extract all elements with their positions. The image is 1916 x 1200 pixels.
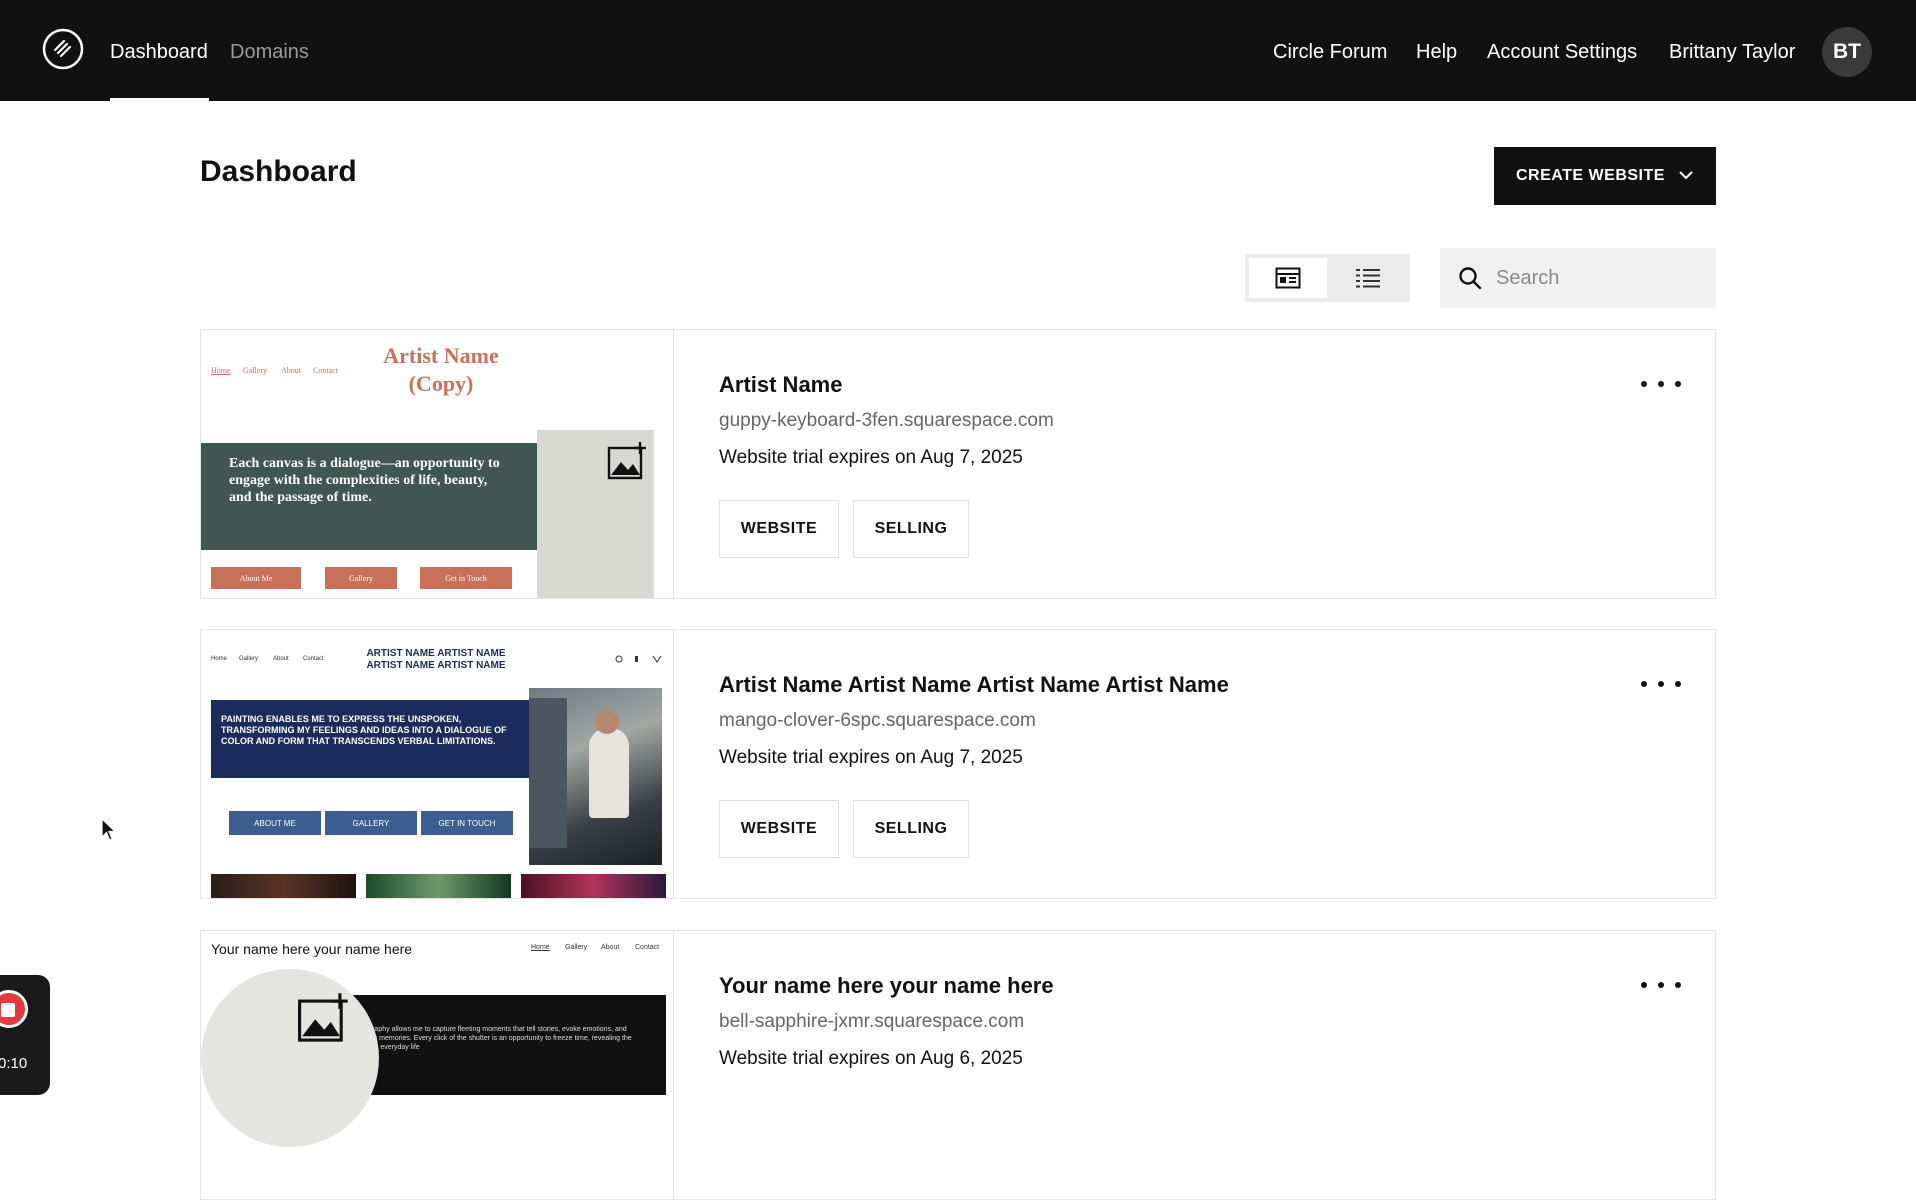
preview-text: Each canvas is a dialogue—an opportunity…: [229, 456, 500, 505]
preview-nav-item: Gallery: [239, 656, 259, 662]
view-toggle: [1245, 254, 1410, 302]
site-url: guppy-keyboard-3fen.squarespace.com: [719, 410, 1054, 431]
preview-nav-item: Home: [211, 656, 228, 662]
page-title: Dashboard: [200, 155, 357, 188]
preview-title: Artist Name (Copy): [383, 343, 499, 396]
nav-account-settings[interactable]: Account Settings: [1487, 40, 1637, 64]
selling-button[interactable]: SELLING: [853, 800, 969, 858]
site-preview-thumbnail[interactable]: Your name here your name here Home Galle…: [201, 931, 674, 1199]
grid-view-icon: [1275, 267, 1301, 289]
preview-text-band: Each canvas is a dialogue—an opportunity…: [201, 443, 537, 550]
nav-user-name[interactable]: Brittany Taylor: [1669, 40, 1795, 64]
preview-text-band: PAINTING ENABLES ME TO EXPRESS THE UNSPO…: [211, 700, 531, 778]
top-nav: Dashboard Domains Circle Forum Help Acco…: [0, 0, 1916, 101]
site-name[interactable]: Your name here your name here: [719, 973, 1054, 999]
site-card[interactable]: Your name here your name here Home Galle…: [200, 930, 1716, 1200]
preview-button: Gallery: [325, 567, 397, 589]
preview-button: GALLERY: [325, 811, 417, 835]
preview-button: Get in Touch: [420, 567, 512, 589]
site-card[interactable]: Home Gallery About Contact Artist Name (…: [200, 329, 1716, 599]
social-icons: [615, 655, 662, 663]
preview-image-placeholder: [537, 430, 654, 598]
site-trial-status: Website trial expires on Aug 7, 2025: [719, 447, 1023, 468]
site-trial-status: Website trial expires on Aug 7, 2025: [719, 747, 1023, 768]
more-options-icon[interactable]: [1641, 973, 1681, 997]
active-nav-underline: [110, 98, 209, 101]
selling-button[interactable]: SELLING: [853, 500, 969, 558]
preview-nav-item: Contact: [635, 944, 660, 951]
mouse-cursor-icon: [101, 818, 117, 841]
preview-nav-item: About: [281, 366, 301, 375]
chevron-down-icon: [1679, 171, 1693, 180]
add-image-icon: [298, 993, 348, 1042]
site-name[interactable]: Artist Name Artist Name Artist Name Arti…: [719, 672, 1229, 698]
website-button[interactable]: WEBSITE: [719, 800, 839, 858]
preview-nav-item: Gallery: [243, 366, 267, 375]
avatar-initials: BT: [1833, 40, 1861, 63]
nav-help[interactable]: Help: [1416, 40, 1457, 64]
preview-title: Your name here your name here: [211, 941, 413, 957]
site-url: mango-clover-6spc.squarespace.com: [719, 710, 1036, 731]
preview-gallery-image: [366, 874, 511, 898]
nav-dashboard[interactable]: Dashboard: [110, 40, 208, 64]
search-icon: [1459, 267, 1482, 290]
screen-recorder-widget[interactable]: 0:10: [0, 975, 50, 1095]
preview-nav-item: Home: [531, 944, 550, 951]
create-website-label: CREATE WEBSITE: [1516, 167, 1665, 184]
stop-recording-icon[interactable]: [0, 990, 28, 1028]
preview-text: Photography allows me to capture fleetin…: [350, 1026, 632, 1051]
preview-button: ABOUT ME: [229, 811, 321, 835]
preview-nav-item: Gallery: [565, 944, 588, 951]
search-input[interactable]: [1496, 262, 1696, 294]
add-image-icon: [607, 442, 646, 480]
site-name[interactable]: Artist Name: [719, 372, 842, 398]
list-view-button[interactable]: [1329, 258, 1407, 298]
preview-gallery-image: [521, 874, 666, 898]
preview-painter-photo: [529, 688, 662, 865]
avatar[interactable]: BT: [1822, 27, 1872, 77]
preview-nav-item: About: [601, 944, 620, 951]
create-website-button[interactable]: CREATE WEBSITE: [1494, 147, 1716, 205]
preview-title: ARTIST NAME ARTIST NAME ARTIST NAME ARTI…: [366, 648, 506, 671]
preview-nav-item: Contact: [303, 656, 324, 662]
site-url: bell-sapphire-jxmr.squarespace.com: [719, 1011, 1025, 1032]
website-button[interactable]: WEBSITE: [719, 500, 839, 558]
preview-nav-item: About: [273, 656, 289, 662]
preview-gallery-image: [211, 874, 356, 898]
site-trial-status: Website trial expires on Aug 6, 2025: [719, 1048, 1023, 1069]
preview-button: About Me: [211, 567, 301, 589]
search-box: [1440, 248, 1716, 308]
more-options-icon[interactable]: [1641, 672, 1681, 696]
recording-timer: 0:10: [0, 1055, 28, 1072]
nav-domains[interactable]: Domains: [230, 40, 309, 64]
preview-button: GET IN TOUCH: [421, 811, 513, 835]
site-card[interactable]: Home Gallery About Contact ARTIST NAME A…: [200, 629, 1716, 899]
preview-image-placeholder: [201, 969, 379, 1147]
preview-text: PAINTING ENABLES ME TO EXPRESS THE UNSPO…: [221, 714, 507, 746]
grid-view-button[interactable]: [1249, 258, 1327, 298]
more-options-icon[interactable]: [1641, 372, 1681, 396]
squarespace-logo-icon[interactable]: [42, 28, 84, 70]
list-view-icon: [1356, 269, 1380, 288]
site-preview-thumbnail[interactable]: Home Gallery About Contact ARTIST NAME A…: [201, 630, 674, 898]
preview-nav-item: Contact: [313, 366, 338, 375]
preview-nav-item: Home: [211, 366, 231, 375]
site-preview-thumbnail[interactable]: Home Gallery About Contact Artist Name (…: [201, 330, 674, 598]
nav-circle-forum[interactable]: Circle Forum: [1273, 40, 1387, 64]
